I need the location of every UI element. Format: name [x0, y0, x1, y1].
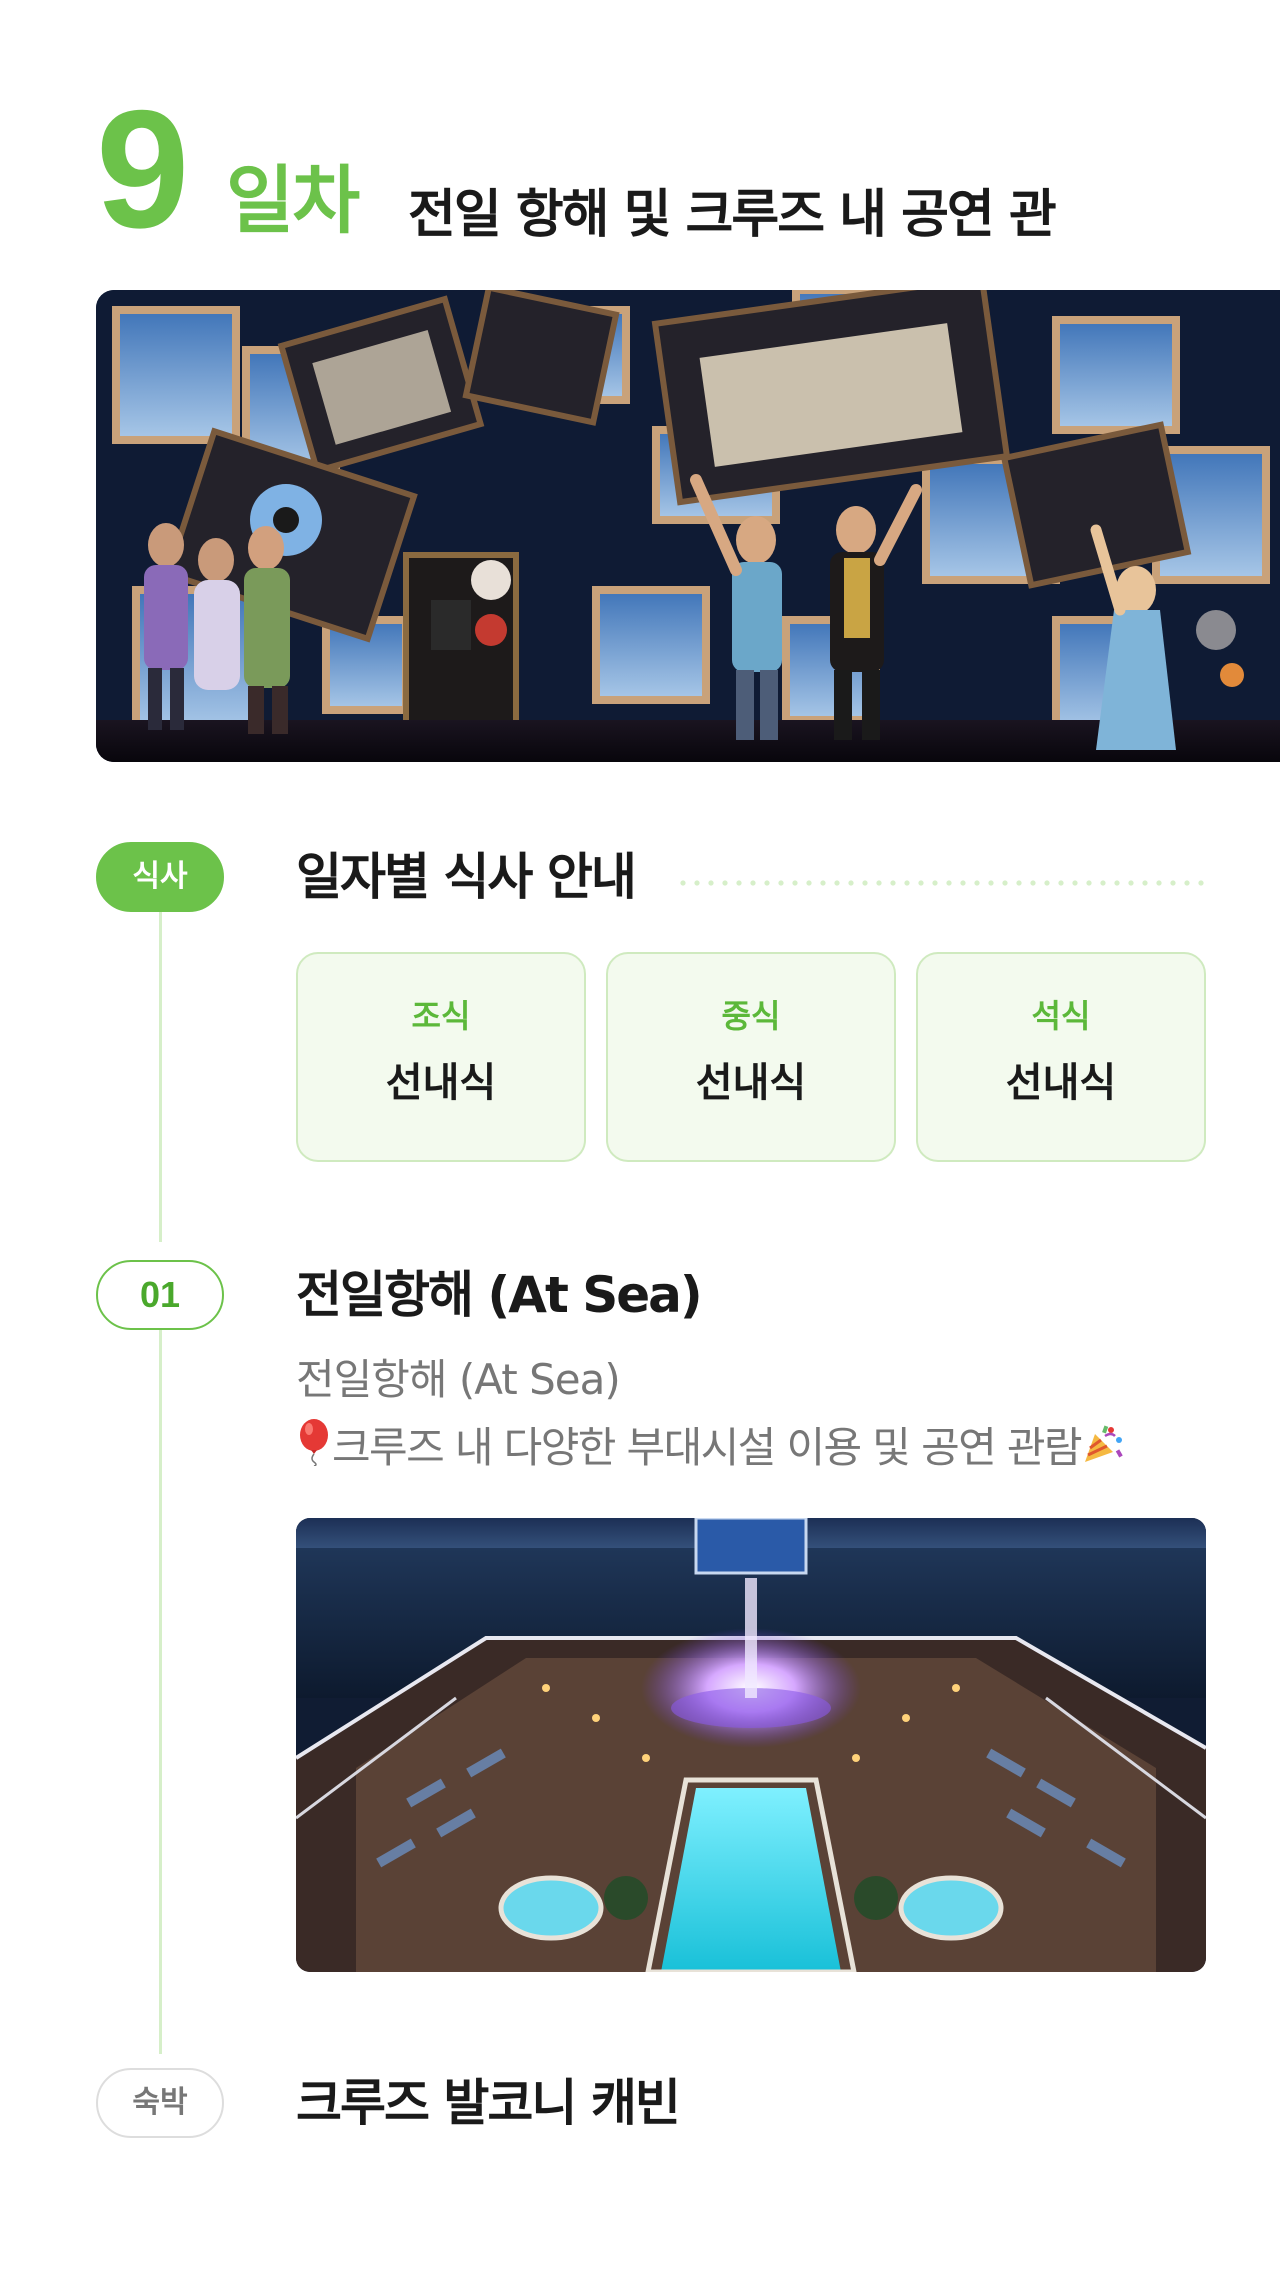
- meal-badge: 식사: [96, 842, 224, 912]
- stay-title: 크루즈 발코니 캐빈: [296, 2074, 681, 2132]
- meal-value: 선내식: [1005, 1060, 1117, 1106]
- hero-stage-image: [96, 290, 1280, 762]
- dotted-divider: [676, 880, 1206, 886]
- timeline-line-meals: [159, 912, 162, 1242]
- theatre-stage-illustration: [96, 290, 1280, 762]
- balloon-icon: [296, 1418, 332, 1476]
- party-popper-icon: [1081, 1422, 1125, 1476]
- meal-card-dinner: 석식 선내식: [916, 952, 1206, 1162]
- step-number-badge: 01: [96, 1260, 224, 1330]
- meal-value: 선내식: [385, 1060, 497, 1106]
- meal-label: 석식: [1031, 997, 1091, 1035]
- stay-badge: 숙박: [96, 2068, 224, 2138]
- meal-card-breakfast: 조식 선내식: [296, 952, 586, 1162]
- day-title: 전일 항해 및 크루즈 내 공연 관: [408, 185, 1057, 245]
- day-header: 9 일차 전일 항해 및 크루즈 내 공연 관: [96, 84, 1276, 254]
- meal-section-title: 일자별 식사 안내: [296, 848, 637, 906]
- step-subtitle: 전일항해 (At Sea): [296, 1355, 621, 1404]
- step-description: 크루즈 내 다양한 부대시설 이용 및 공연 관람: [296, 1414, 1125, 1476]
- meal-label: 조식: [411, 997, 471, 1035]
- step-description-text: 크루즈 내 다양한 부대시설 이용 및 공연 관람: [332, 1423, 1083, 1472]
- step-title: 전일항해 (At Sea): [296, 1266, 703, 1324]
- day-unit: 일차: [226, 158, 360, 244]
- cruise-deck-illustration: [296, 1518, 1206, 1972]
- timeline-line-step: [159, 1324, 162, 2054]
- cruise-deck-photo: [296, 1518, 1206, 1972]
- meal-cards: 조식 선내식 중식 선내식 석식 선내식: [296, 952, 1206, 1162]
- day-number: 9: [96, 75, 189, 263]
- meal-label: 중식: [721, 997, 781, 1035]
- meal-value: 선내식: [695, 1060, 807, 1106]
- meal-card-lunch: 중식 선내식: [606, 952, 896, 1162]
